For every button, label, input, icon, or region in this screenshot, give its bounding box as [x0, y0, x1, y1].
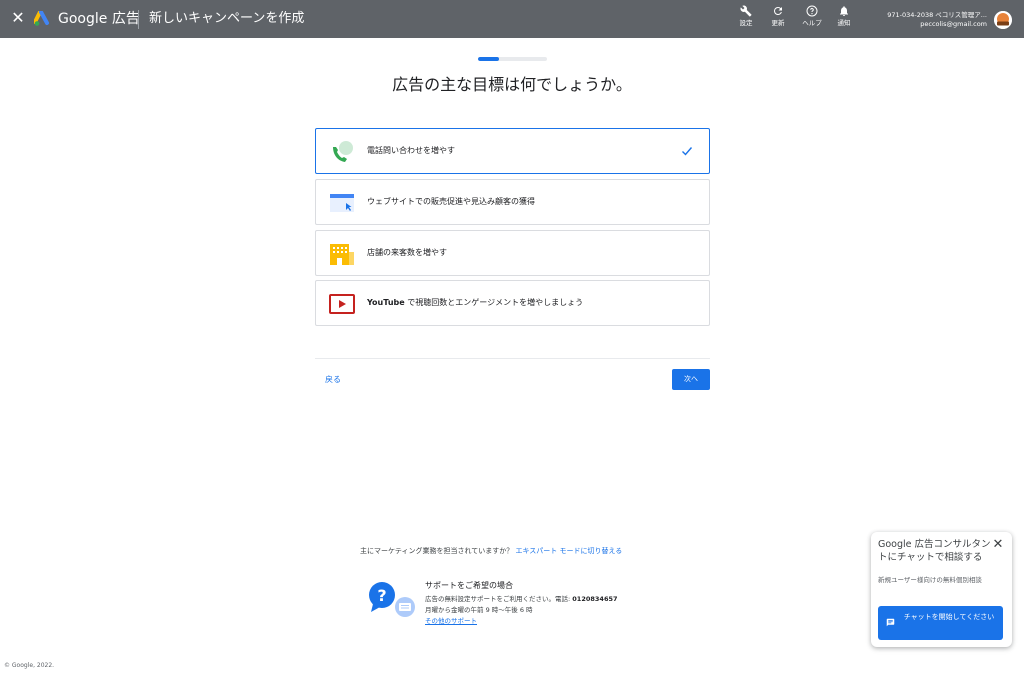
chat-subtitle: 新規ユーザー様向けの無料個別相談: [878, 576, 982, 584]
divider: [315, 358, 710, 359]
goal-option-youtube[interactable]: YouTube で視聴回数とエンゲージメントを増やしましょう: [315, 280, 710, 326]
goal-label-text: で視聴回数とエンゲージメントを増やしましょう: [407, 298, 584, 307]
tool-label: 通知: [837, 19, 851, 27]
expert-mode-text: 主にマーケティング業務を担当されていますか？: [360, 547, 514, 555]
avatar-logo-icon: [994, 11, 1012, 29]
tool-refresh[interactable]: 更新: [762, 5, 794, 28]
goal-label: ウェブサイトでの販売促進や見込み顧客の獲得: [367, 197, 535, 206]
refresh-icon: [773, 6, 782, 15]
website-icon: [330, 194, 354, 212]
header-divider: [138, 10, 139, 29]
goal-label: 店舗の来客数を増やす: [367, 246, 447, 260]
support-chat-icon: ?: [369, 582, 415, 617]
start-chat-label: チャットを開始してください: [903, 613, 995, 621]
chat-consultant-card: Google 広告コンサルタントにチャットで相談する ✕ 新規ユーザー様向けの無…: [871, 532, 1012, 647]
youtube-icon: [329, 294, 355, 314]
copyright: © Google, 2022.: [4, 662, 55, 669]
tool-label: 更新: [771, 19, 785, 27]
next-button[interactable]: 次へ: [672, 369, 710, 390]
expert-mode-prompt: 主にマーケティング業務を担当されていますか？ エキスパート モードに切り替える: [360, 545, 622, 557]
other-support-link[interactable]: その他のサポート: [425, 616, 477, 627]
tool-label: ヘルプ: [802, 19, 822, 27]
start-chat-button[interactable]: チャットを開始してください: [878, 606, 1003, 640]
goal-option-website[interactable]: ウェブサイトでの販売促進や見込み顧客の獲得: [315, 179, 710, 225]
avatar[interactable]: [994, 11, 1012, 29]
goal-label-youtube: YouTube: [367, 298, 405, 307]
goal-label: 電話問い合わせを増やす: [367, 146, 455, 155]
support-desc-text: 広告の無料設定サポートをご利用ください。電話:: [425, 595, 571, 603]
google-ads-logo-icon: [34, 11, 49, 26]
top-app-bar: ✕ Google 広告 新しいキャンペーンを作成 設定 更新 ヘルプ 通知 97…: [0, 0, 1024, 38]
expert-mode-link[interactable]: エキスパート モードに切り替える: [515, 547, 622, 555]
back-button[interactable]: 戻る: [325, 373, 341, 387]
close-icon[interactable]: ✕: [991, 538, 1005, 552]
chat-bubble-icon: [886, 618, 895, 627]
chat-title: Google 広告コンサルタントにチャットで相談する: [878, 539, 991, 563]
support-description: 広告の無料設定サポートをご利用ください。電話: 0120834657: [425, 594, 618, 605]
account-email[interactable]: peccolis@gmail.com: [920, 20, 987, 29]
tool-settings[interactable]: 設定: [730, 5, 762, 28]
wrench-icon: [740, 5, 752, 17]
support-title: サポートをご希望の場合: [425, 581, 513, 590]
svg-text:?: ?: [377, 586, 386, 605]
support-phone-number: 0120834657: [572, 595, 618, 603]
support-hours: 月曜から金曜の午前 9 時〜午後 6 時: [425, 606, 533, 614]
checkmark-icon: [682, 147, 693, 156]
bell-icon: [840, 6, 848, 16]
page-question: 広告の主な目標は何でしょうか。: [392, 75, 632, 94]
tool-label: 設定: [739, 19, 753, 27]
store-icon: [330, 244, 354, 265]
step-progress-bar: [478, 57, 547, 61]
progress-fill: [478, 57, 499, 61]
brand-name: Google 広告: [58, 11, 140, 27]
page-title: 新しいキャンペーンを作成: [149, 11, 305, 26]
account-name[interactable]: 971-034-2038 ペコリス管理ア...: [887, 11, 987, 20]
tool-help[interactable]: ヘルプ: [796, 5, 828, 28]
goal-option-store[interactable]: 店舗の来客数を増やす: [315, 230, 710, 276]
goal-label-text: 店舗の来客数を増やす: [367, 248, 447, 257]
goal-option-calls[interactable]: 電話問い合わせを増やす: [315, 128, 710, 174]
goal-label: YouTube で視聴回数とエンゲージメントを増やしましょう: [367, 296, 583, 310]
help-icon: [806, 5, 818, 17]
close-icon[interactable]: ✕: [10, 9, 26, 27]
tool-notifications[interactable]: 通知: [828, 5, 860, 28]
phone-call-icon: [333, 141, 353, 162]
